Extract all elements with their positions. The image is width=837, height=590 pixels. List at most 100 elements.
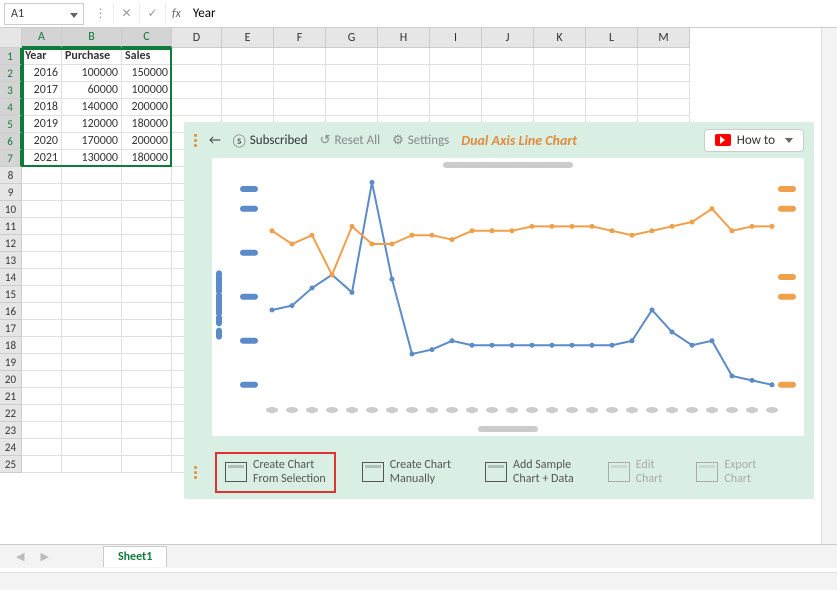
column-header[interactable]: G: [326, 28, 378, 48]
cell[interactable]: [172, 99, 222, 116]
cell[interactable]: [62, 422, 122, 439]
row-header[interactable]: 10: [0, 201, 22, 218]
cell[interactable]: [378, 65, 430, 82]
cell[interactable]: [22, 303, 62, 320]
cell[interactable]: 130000: [62, 150, 122, 167]
export-chart-button[interactable]: Export Chart: [688, 454, 764, 491]
cell[interactable]: [326, 82, 378, 99]
cell[interactable]: [22, 405, 62, 422]
row-header[interactable]: 11: [0, 218, 22, 235]
cell[interactable]: [378, 82, 430, 99]
cell[interactable]: [122, 252, 172, 269]
cell[interactable]: [638, 82, 690, 99]
cell[interactable]: [22, 388, 62, 405]
cell[interactable]: [274, 65, 326, 82]
cell[interactable]: [586, 82, 638, 99]
add-sample-button[interactable]: Add Sample Chart + Data: [477, 454, 582, 491]
column-header[interactable]: C: [122, 28, 172, 48]
column-header[interactable]: A: [22, 28, 62, 48]
cell[interactable]: 140000: [62, 99, 122, 116]
subscribed-button[interactable]: ⓢ Subscribed: [233, 131, 308, 150]
cell[interactable]: [62, 303, 122, 320]
cell[interactable]: [222, 65, 274, 82]
reset-all-button[interactable]: ↺ Reset All: [320, 133, 380, 148]
fx-icon[interactable]: fx: [166, 7, 187, 21]
cell[interactable]: 120000: [62, 116, 122, 133]
cell[interactable]: [22, 167, 62, 184]
cell[interactable]: [62, 371, 122, 388]
column-header[interactable]: E: [222, 28, 274, 48]
sheet-tab[interactable]: Sheet1: [103, 546, 167, 567]
cell[interactable]: [22, 235, 62, 252]
cell[interactable]: [378, 99, 430, 116]
row-header[interactable]: 2: [0, 65, 22, 82]
row-header[interactable]: 17: [0, 320, 22, 337]
row-header[interactable]: 3: [0, 82, 22, 99]
drag-handle-icon[interactable]: [194, 466, 197, 479]
cell[interactable]: [122, 218, 172, 235]
cell[interactable]: 150000: [122, 65, 172, 82]
cell[interactable]: [638, 65, 690, 82]
cell[interactable]: [430, 65, 482, 82]
cell[interactable]: [122, 303, 172, 320]
cell[interactable]: 200000: [122, 133, 172, 150]
cell[interactable]: [22, 439, 62, 456]
row-header[interactable]: 22: [0, 405, 22, 422]
cell[interactable]: 2016: [22, 65, 62, 82]
cell[interactable]: [172, 65, 222, 82]
cell[interactable]: [122, 439, 172, 456]
row-header[interactable]: 20: [0, 371, 22, 388]
cell[interactable]: [62, 201, 122, 218]
cell[interactable]: 2020: [22, 133, 62, 150]
row-header[interactable]: 6: [0, 133, 22, 150]
cell[interactable]: [62, 218, 122, 235]
cell[interactable]: 2019: [22, 116, 62, 133]
column-header[interactable]: M: [638, 28, 690, 48]
row-header[interactable]: 12: [0, 235, 22, 252]
settings-button[interactable]: ⚙ Settings: [392, 133, 449, 148]
cell[interactable]: [378, 48, 430, 65]
cell[interactable]: 200000: [122, 99, 172, 116]
row-header[interactable]: 23: [0, 422, 22, 439]
vertical-scrollbar[interactable]: [821, 28, 837, 544]
cell[interactable]: [62, 388, 122, 405]
cell[interactable]: [172, 82, 222, 99]
cell[interactable]: [22, 269, 62, 286]
column-header[interactable]: B: [62, 28, 122, 48]
cell[interactable]: [22, 201, 62, 218]
row-header[interactable]: 15: [0, 286, 22, 303]
cell[interactable]: 2017: [22, 82, 62, 99]
cell[interactable]: 100000: [122, 82, 172, 99]
row-header[interactable]: 1: [0, 48, 22, 65]
tab-nav-next[interactable]: ▶: [34, 550, 54, 563]
cell[interactable]: [62, 320, 122, 337]
cell[interactable]: [122, 269, 172, 286]
row-header[interactable]: 24: [0, 439, 22, 456]
formula-more-icon[interactable]: ⋮: [88, 3, 114, 25]
cell[interactable]: [122, 422, 172, 439]
cell[interactable]: [122, 354, 172, 371]
cell[interactable]: [62, 269, 122, 286]
confirm-icon[interactable]: ✓: [140, 3, 166, 25]
cell[interactable]: [586, 48, 638, 65]
horizontal-scrollbar[interactable]: [0, 572, 837, 590]
cell[interactable]: 180000: [122, 150, 172, 167]
cell[interactable]: 100000: [62, 65, 122, 82]
column-header[interactable]: K: [534, 28, 586, 48]
cell[interactable]: Year: [22, 48, 62, 65]
row-header[interactable]: 9: [0, 184, 22, 201]
cell[interactable]: [638, 48, 690, 65]
cell[interactable]: [62, 286, 122, 303]
column-header[interactable]: H: [378, 28, 430, 48]
formula-input[interactable]: [187, 3, 837, 25]
howto-button[interactable]: How to: [704, 129, 804, 152]
column-header[interactable]: D: [172, 28, 222, 48]
cancel-icon[interactable]: ✕: [114, 3, 140, 25]
cell[interactable]: [62, 456, 122, 473]
cell[interactable]: [534, 65, 586, 82]
cell[interactable]: [22, 252, 62, 269]
cell[interactable]: 60000: [62, 82, 122, 99]
cell[interactable]: Purchase: [62, 48, 122, 65]
row-header[interactable]: 21: [0, 388, 22, 405]
create-chart-from-selection-button[interactable]: Create Chart From Selection: [215, 452, 336, 493]
